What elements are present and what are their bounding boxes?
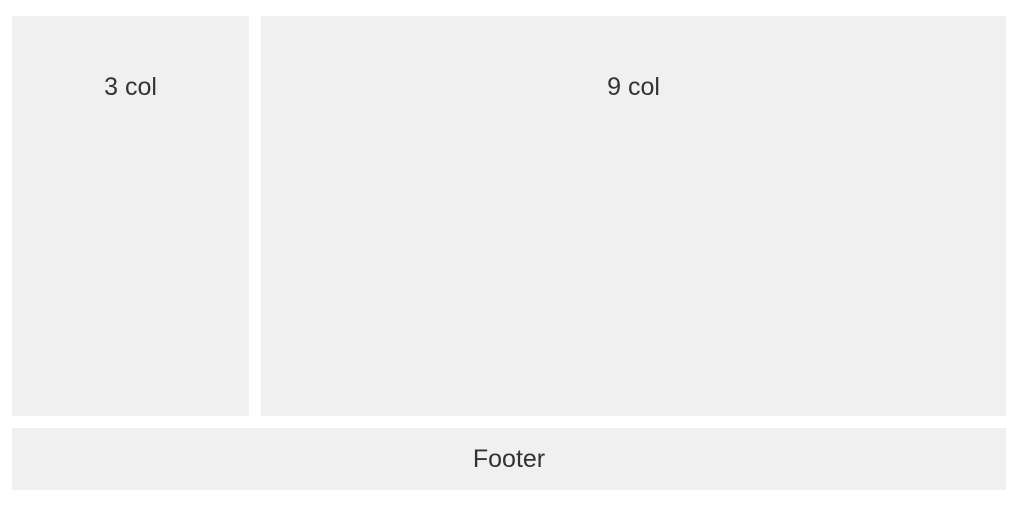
three-column-panel: 3 col <box>12 16 249 416</box>
three-column-label: 3 col <box>104 73 157 101</box>
footer-label: Footer <box>472 445 546 473</box>
content-row: 3 col 9 col <box>12 16 1006 416</box>
footer: Footer <box>12 428 1006 490</box>
nine-column-label: 9 col <box>607 73 660 101</box>
nine-column-panel: 9 col <box>261 16 1006 416</box>
grid-layout: 3 col 9 col Footer <box>12 16 1006 490</box>
